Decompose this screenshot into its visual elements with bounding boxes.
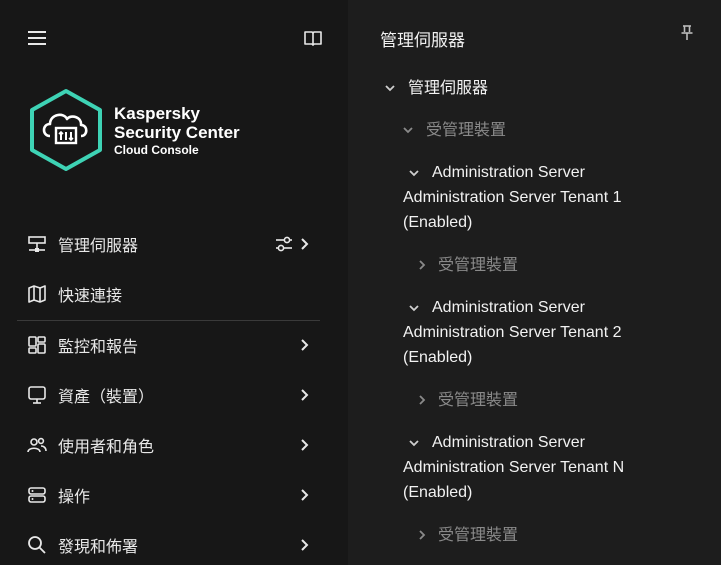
tree-node-label: 受管理裝置 xyxy=(438,525,519,544)
tenant-line3: (Enabled) xyxy=(403,484,473,501)
chevron-down-icon[interactable] xyxy=(402,124,414,136)
logo-text: Kaspersky Security Center Cloud Console xyxy=(114,104,240,158)
sidebar-item-operations[interactable]: 操作 xyxy=(0,475,348,515)
dashboard-icon xyxy=(28,336,46,354)
administration-server-panel: 管理伺服器 管理伺服器 受管理裝置 Administration Server … xyxy=(348,0,721,565)
tenant-line2: Administration Server Tenant N xyxy=(403,459,625,476)
operations-icon xyxy=(28,487,46,503)
sidebar-item-label: 快速連接 xyxy=(58,286,123,305)
logo-product: Security Center xyxy=(114,123,240,143)
tree-node-managed-devices[interactable]: 受管理裝置 xyxy=(416,522,518,547)
server-icon xyxy=(28,236,46,252)
chevron-right-icon[interactable] xyxy=(416,529,428,541)
chevron-right-icon[interactable] xyxy=(416,394,428,406)
tree-node-managed-devices[interactable]: 受管理裝置 xyxy=(416,252,518,277)
chevron-down-icon[interactable] xyxy=(408,302,420,314)
sidebar-item-label: 資產（裝置） xyxy=(58,387,155,406)
kaspersky-logo: Kaspersky Security Center Cloud Console xyxy=(28,88,288,174)
tree-node-label: 受管理裝置 xyxy=(438,255,519,274)
sidebar-item-label: 發現和佈署 xyxy=(58,537,139,556)
users-icon xyxy=(27,437,47,453)
sidebar-item-discovery-deployment[interactable]: 發現和佈署 xyxy=(0,525,348,565)
tenant-line3: (Enabled) xyxy=(403,214,473,231)
hamburger-menu-icon[interactable] xyxy=(27,28,47,48)
chevron-right-icon[interactable] xyxy=(298,538,312,552)
pin-icon[interactable] xyxy=(678,24,696,42)
sidebar-divider xyxy=(17,320,320,321)
tree-node-label: 受管理裝置 xyxy=(438,390,519,409)
tree-node-label: 管理伺服器 xyxy=(408,78,489,97)
chevron-right-icon[interactable] xyxy=(298,388,312,402)
chevron-right-icon[interactable] xyxy=(298,237,312,251)
kaspersky-hexagon-logo-icon xyxy=(30,89,102,171)
tenant-line1: Administration Server xyxy=(432,299,585,316)
tree-node-root[interactable]: 管理伺服器 xyxy=(384,75,488,100)
tenant-header[interactable]: Administration Server xyxy=(408,295,585,320)
logo-brand: Kaspersky xyxy=(114,104,201,123)
sidebar-item-label: 監控和報告 xyxy=(58,337,139,356)
chevron-right-icon[interactable] xyxy=(298,438,312,452)
sidebar-item-users-roles[interactable]: 使用者和角色 xyxy=(0,425,348,465)
sidebar-item-label: 管理伺服器 xyxy=(58,236,139,255)
chevron-right-icon[interactable] xyxy=(416,259,428,271)
chevron-down-icon[interactable] xyxy=(384,82,396,94)
sidebar-item-administration-server[interactable]: 管理伺服器 xyxy=(0,224,348,264)
panel-title: 管理伺服器 xyxy=(380,31,465,51)
book-icon[interactable] xyxy=(303,28,323,48)
tree-node-managed-devices[interactable]: 受管理裝置 xyxy=(416,387,518,412)
tree-node-label: 受管理裝置 xyxy=(426,120,507,139)
sidebar-item-label: 操作 xyxy=(58,487,91,506)
tenant-line2: Administration Server Tenant 1 xyxy=(403,189,622,206)
tenant-header[interactable]: Administration Server xyxy=(408,430,585,455)
chevron-down-icon[interactable] xyxy=(408,437,420,449)
sidebar: Kaspersky Security Center Cloud Console … xyxy=(0,0,348,565)
tenant-line2: Administration Server Tenant 2 xyxy=(403,324,622,341)
logo-subtitle: Cloud Console xyxy=(114,143,199,158)
tenant-line1: Administration Server xyxy=(432,164,585,181)
tenant-header[interactable]: Administration Server xyxy=(408,160,585,185)
sidebar-item-label: 使用者和角色 xyxy=(58,437,155,456)
chevron-down-icon[interactable] xyxy=(408,167,420,179)
sidebar-item-quick-connect[interactable]: 快速連接 xyxy=(0,274,348,314)
tree-node-managed-devices[interactable]: 受管理裝置 xyxy=(402,117,506,142)
settings-sliders-icon[interactable] xyxy=(273,233,295,255)
chevron-right-icon[interactable] xyxy=(298,338,312,352)
tenant-line3: (Enabled) xyxy=(403,349,473,366)
search-icon xyxy=(28,536,46,554)
chevron-right-icon[interactable] xyxy=(298,488,312,502)
monitor-icon xyxy=(28,386,46,404)
tenant-line1: Administration Server xyxy=(432,434,585,451)
map-icon xyxy=(28,285,46,303)
sidebar-item-assets-devices[interactable]: 資產（裝置） xyxy=(0,375,348,415)
sidebar-item-monitoring-reporting[interactable]: 監控和報告 xyxy=(0,325,348,365)
